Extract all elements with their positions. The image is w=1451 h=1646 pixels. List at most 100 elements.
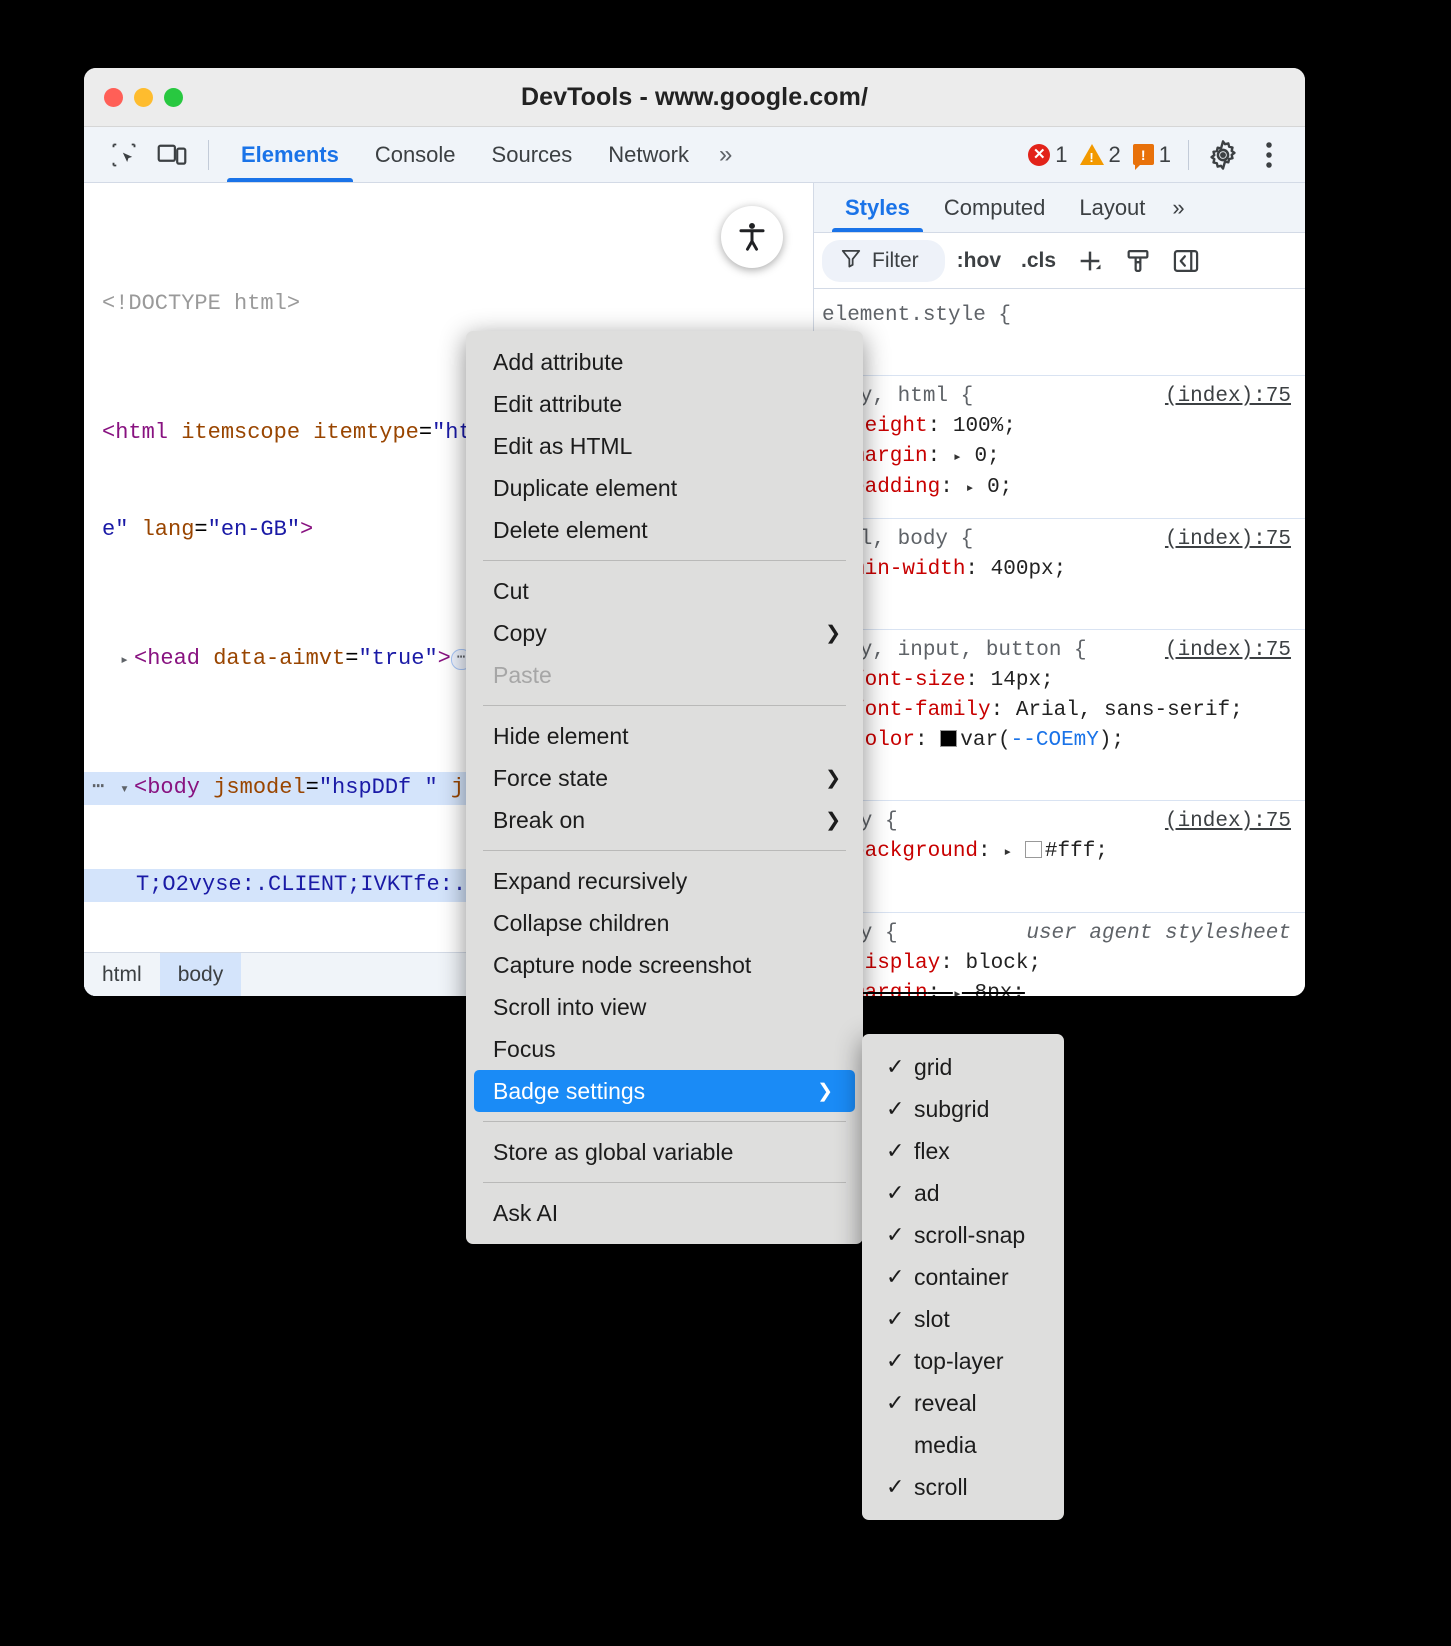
prop-value[interactable]: 100%; (953, 415, 1016, 438)
paintbrush-icon[interactable] (1116, 241, 1160, 281)
rule-body-ua[interactable]: body { user agent stylesheet display: bl… (814, 913, 1305, 996)
ctx-add-attribute[interactable]: Add attribute (466, 341, 863, 383)
prop-value[interactable]: 8px; (974, 982, 1024, 996)
rule-body-html[interactable]: body, html { (index):75 height: 100%; ma… (814, 376, 1305, 519)
rule-body-input-button[interactable]: body, input, button { (index):75 font-si… (814, 630, 1305, 801)
inspect-element-icon[interactable] (102, 135, 146, 175)
expand-arrow-icon[interactable]: ▸ (965, 480, 974, 497)
declaration[interactable]: height: 100%; (814, 412, 1305, 442)
hov-button[interactable]: :hov (949, 245, 1009, 277)
badge-item-top-layer[interactable]: ✓top-layer (862, 1340, 1064, 1382)
ctx-ask-ai[interactable]: Ask AI (466, 1192, 863, 1234)
ctx-collapse-children[interactable]: Collapse children (466, 902, 863, 944)
ctx-scroll-into-view[interactable]: Scroll into view (466, 986, 863, 1028)
ctx-duplicate-element[interactable]: Duplicate element (466, 467, 863, 509)
plus-icon[interactable] (1068, 241, 1112, 281)
declaration[interactable]: background: ▸ #fff; (814, 837, 1305, 868)
badge-item-ad[interactable]: ✓ad (862, 1172, 1064, 1214)
declaration[interactable]: margin: ▸ 0; (814, 442, 1305, 473)
tab-sources[interactable]: Sources (474, 127, 591, 182)
styles-more-tabs-icon[interactable]: » (1162, 183, 1191, 232)
minimize-button[interactable] (134, 88, 153, 107)
prop-value[interactable]: block; (965, 952, 1041, 975)
rule-element-style[interactable]: element.style { (814, 295, 1305, 376)
rule-selector[interactable]: element.style { (822, 301, 1011, 331)
ctx-force-state[interactable]: Force state ❯ (466, 757, 863, 799)
ctx-edit-attribute[interactable]: Edit attribute (466, 383, 863, 425)
panel-toggle-icon[interactable] (1164, 241, 1208, 281)
ctx-store-as-global-variable[interactable]: Store as global variable (466, 1131, 863, 1173)
badge-item-scroll[interactable]: ✓scroll (862, 1466, 1064, 1508)
prop-name[interactable]: padding (852, 476, 940, 499)
tab-console[interactable]: Console (357, 127, 474, 182)
ctx-edit-as-html[interactable]: Edit as HTML (466, 425, 863, 467)
declaration[interactable]: margin: ▸ 8px; (814, 979, 1305, 996)
ctx-badge-settings[interactable]: Badge settings ❯ (474, 1070, 855, 1112)
tab-elements[interactable]: Elements (223, 127, 357, 182)
gear-icon[interactable] (1201, 135, 1245, 175)
badge-item-flex[interactable]: ✓flex (862, 1130, 1064, 1172)
ctx-focus[interactable]: Focus (466, 1028, 863, 1070)
rule-source-link[interactable]: (index):75 (1165, 525, 1291, 555)
prop-value[interactable]: 0; (987, 476, 1012, 499)
tab-network[interactable]: Network (590, 127, 707, 182)
error-counter[interactable]: ✕ 1 (1023, 142, 1072, 168)
issue-counter[interactable]: ! 1 (1128, 142, 1176, 168)
badge-item-subgrid[interactable]: ✓subgrid (862, 1088, 1064, 1130)
rule-source-link[interactable]: (index):75 (1165, 636, 1291, 666)
kebab-menu-icon[interactable] (1247, 135, 1291, 175)
prop-value[interactable]: #fff; (1045, 840, 1108, 863)
prop-name[interactable]: font-family (852, 699, 991, 722)
ctx-capture-node-screenshot[interactable]: Capture node screenshot (466, 944, 863, 986)
prop-name[interactable]: background (852, 840, 978, 863)
declaration[interactable]: min-width: 400px; (814, 555, 1305, 585)
prop-name[interactable]: margin (852, 982, 928, 996)
rule-source-link[interactable]: (index):75 (1165, 807, 1291, 837)
prop-value[interactable]: 14px; (991, 669, 1054, 692)
badge-item-reveal[interactable]: ✓reveal (862, 1382, 1064, 1424)
rule-html-body[interactable]: html, body { (index):75 min-width: 400px… (814, 519, 1305, 630)
overflow-dots-icon[interactable]: ⋯ (92, 772, 106, 804)
badge-item-scroll-snap[interactable]: ✓scroll-snap (862, 1214, 1064, 1256)
accessibility-person-icon[interactable] (721, 206, 783, 268)
ctx-break-on[interactable]: Break on ❯ (466, 799, 863, 841)
ctx-delete-element[interactable]: Delete element (466, 509, 863, 551)
badge-item-grid[interactable]: ✓grid (862, 1046, 1064, 1088)
dom-line-doctype[interactable]: <!DOCTYPE html> (84, 288, 813, 320)
rule-body-bg[interactable]: body { (index):75 background: ▸ #fff; (814, 801, 1305, 913)
ctx-copy[interactable]: Copy ❯ (466, 612, 863, 654)
css-var-link[interactable]: --COEmY (1011, 729, 1099, 752)
close-button[interactable] (104, 88, 123, 107)
color-swatch[interactable] (940, 730, 957, 747)
badge-item-slot[interactable]: ✓slot (862, 1298, 1064, 1340)
more-tabs-icon[interactable]: » (707, 141, 741, 169)
breadcrumb-item-body[interactable]: body (160, 953, 242, 996)
expand-arrow-icon[interactable]: ▸ (953, 449, 962, 466)
declaration[interactable]: font-size: 14px; (814, 666, 1305, 696)
warning-counter[interactable]: ! 2 (1075, 142, 1126, 168)
prop-name[interactable]: height (852, 415, 928, 438)
prop-name[interactable]: min-width (852, 558, 965, 581)
expand-arrow-icon[interactable]: ▸ (1003, 844, 1012, 861)
declaration[interactable]: color: var(--COEmY); (814, 726, 1305, 756)
declaration[interactable]: font-family: Arial, sans-serif; (814, 696, 1305, 726)
color-swatch[interactable] (1025, 841, 1042, 858)
tab-styles[interactable]: Styles (828, 183, 927, 232)
ctx-expand-recursively[interactable]: Expand recursively (466, 860, 863, 902)
prop-name[interactable]: margin (852, 445, 928, 468)
prop-value[interactable]: Arial, sans-serif; (1016, 699, 1243, 722)
tab-computed[interactable]: Computed (927, 183, 1063, 232)
tab-layout[interactable]: Layout (1062, 183, 1162, 232)
device-toolbar-icon[interactable] (150, 135, 194, 175)
declaration[interactable]: display: block; (814, 949, 1305, 979)
badge-item-container[interactable]: ✓container (862, 1256, 1064, 1298)
declaration[interactable]: padding: ▸ 0; (814, 473, 1305, 504)
badge-item-media[interactable]: media (862, 1424, 1064, 1466)
rule-source-link[interactable]: (index):75 (1165, 382, 1291, 412)
prop-name[interactable]: font-size (852, 669, 965, 692)
cls-button[interactable]: .cls (1013, 245, 1064, 277)
prop-value[interactable]: 400px; (991, 558, 1067, 581)
filter-input[interactable]: Filter (822, 240, 945, 282)
ctx-hide-element[interactable]: Hide element (466, 715, 863, 757)
prop-value[interactable]: 0; (974, 445, 999, 468)
